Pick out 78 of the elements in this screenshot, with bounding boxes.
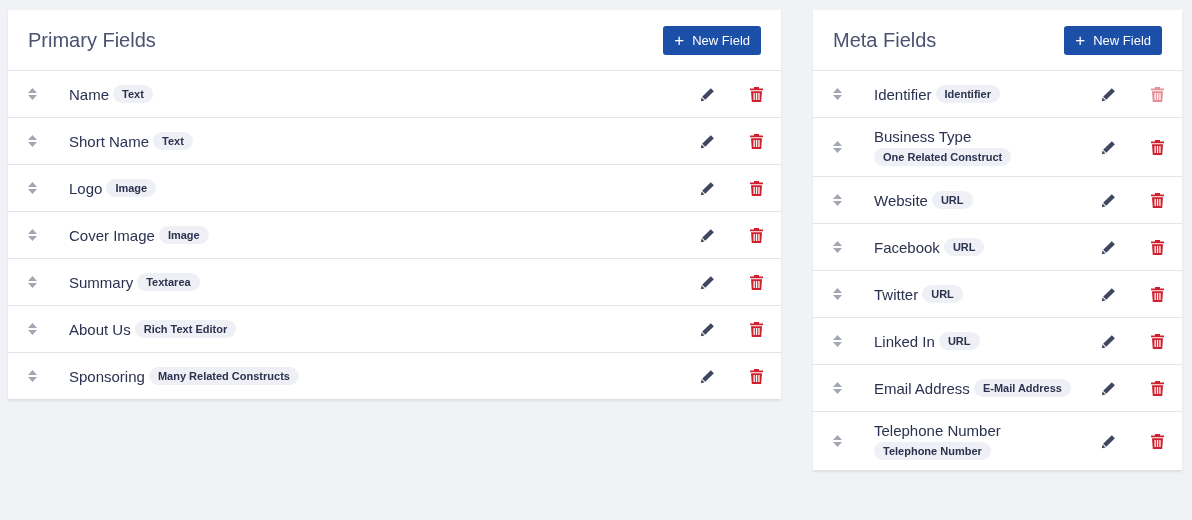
drag-handle-icon[interactable] (833, 382, 842, 394)
field-name: Short Name (69, 132, 150, 150)
new-field-button[interactable]: + New Field (663, 25, 761, 55)
field-name: Linked In (874, 332, 935, 350)
pencil-icon[interactable] (1100, 286, 1116, 302)
field-type-tag: Identifier (935, 85, 1000, 103)
drag-handle-icon[interactable] (28, 135, 37, 147)
field-name: Sponsoring (69, 367, 145, 385)
pencil-icon[interactable] (699, 227, 715, 243)
pencil-icon[interactable] (699, 321, 715, 337)
drag-handle-icon[interactable] (833, 194, 842, 206)
drag-handle-icon[interactable] (28, 229, 37, 241)
field-type-tag: Telephone Number (874, 442, 991, 460)
field-type-tag: Image (106, 179, 157, 197)
field-type-tag: Textarea (137, 273, 200, 291)
drag-handle-icon[interactable] (28, 88, 37, 100)
drag-handle-icon[interactable] (833, 141, 842, 153)
field-name: Email Address (874, 379, 970, 397)
new-field-button[interactable]: + New Field (1064, 25, 1162, 55)
trash-icon[interactable] (750, 180, 763, 196)
panel-title: Primary Fields (28, 28, 156, 52)
trash-icon[interactable] (1151, 192, 1164, 208)
field-name: Name (69, 85, 109, 103)
field-name: Identifier (874, 85, 932, 103)
drag-handle-icon[interactable] (833, 288, 842, 300)
field-name: Facebook (874, 238, 940, 256)
field-name: Twitter (874, 285, 919, 303)
pencil-icon[interactable] (1100, 333, 1116, 349)
trash-icon[interactable] (750, 133, 763, 149)
drag-handle-icon[interactable] (833, 241, 842, 253)
field-type-tag: Rich Text Editor (134, 320, 237, 338)
pencil-icon[interactable] (699, 133, 715, 149)
trash-icon[interactable] (750, 274, 763, 290)
pencil-icon[interactable] (699, 368, 715, 384)
panel-title: Meta Fields (833, 28, 937, 52)
field-type-tag: Many Related Constructs (148, 367, 299, 385)
trash-icon[interactable] (1151, 139, 1164, 155)
field-name: Logo (69, 179, 103, 197)
drag-handle-icon[interactable] (28, 323, 37, 335)
field-type-tag: E-Mail Address (973, 379, 1071, 397)
drag-handle-icon[interactable] (28, 182, 37, 194)
drag-handle-icon[interactable] (28, 370, 37, 382)
field-name: Summary (69, 273, 134, 291)
field-type-tag: Image (158, 226, 209, 244)
trash-icon[interactable] (750, 86, 763, 102)
pencil-icon[interactable] (699, 180, 715, 196)
drag-handle-icon[interactable] (833, 335, 842, 347)
field-name: Website (874, 191, 928, 209)
pencil-icon[interactable] (1100, 139, 1116, 155)
trash-icon[interactable] (750, 321, 763, 337)
pencil-icon[interactable] (699, 86, 715, 102)
trash-icon[interactable] (1151, 433, 1164, 449)
pencil-icon[interactable] (699, 274, 715, 290)
field-type-tag: Text (153, 132, 193, 150)
drag-handle-icon[interactable] (28, 276, 37, 288)
drag-handle-icon[interactable] (833, 88, 842, 100)
field-type-tag: URL (922, 285, 963, 303)
field-type-tag: URL (931, 191, 973, 209)
pencil-icon[interactable] (1100, 433, 1116, 449)
trash-icon[interactable] (1151, 380, 1164, 396)
field-name: About Us (69, 320, 131, 338)
trash-icon[interactable] (750, 368, 763, 384)
field-name: Business Type (874, 128, 972, 145)
field-name: Telephone Number (874, 422, 1001, 439)
drag-handle-icon[interactable] (833, 435, 842, 447)
field-name: Cover Image (69, 226, 155, 244)
trash-icon[interactable] (750, 227, 763, 243)
trash-icon[interactable] (1151, 239, 1164, 255)
field-type-tag: One Related Construct (874, 148, 1012, 166)
pencil-icon[interactable] (1100, 239, 1116, 255)
pencil-icon[interactable] (1100, 380, 1116, 396)
pencil-icon[interactable] (1100, 192, 1116, 208)
field-type-tag: URL (943, 238, 985, 256)
field-type-tag: Text (113, 85, 153, 103)
field-type-tag: URL (938, 332, 980, 350)
trash-icon[interactable] (1151, 286, 1164, 302)
trash-icon[interactable] (1151, 333, 1164, 349)
pencil-icon[interactable] (1100, 86, 1116, 102)
